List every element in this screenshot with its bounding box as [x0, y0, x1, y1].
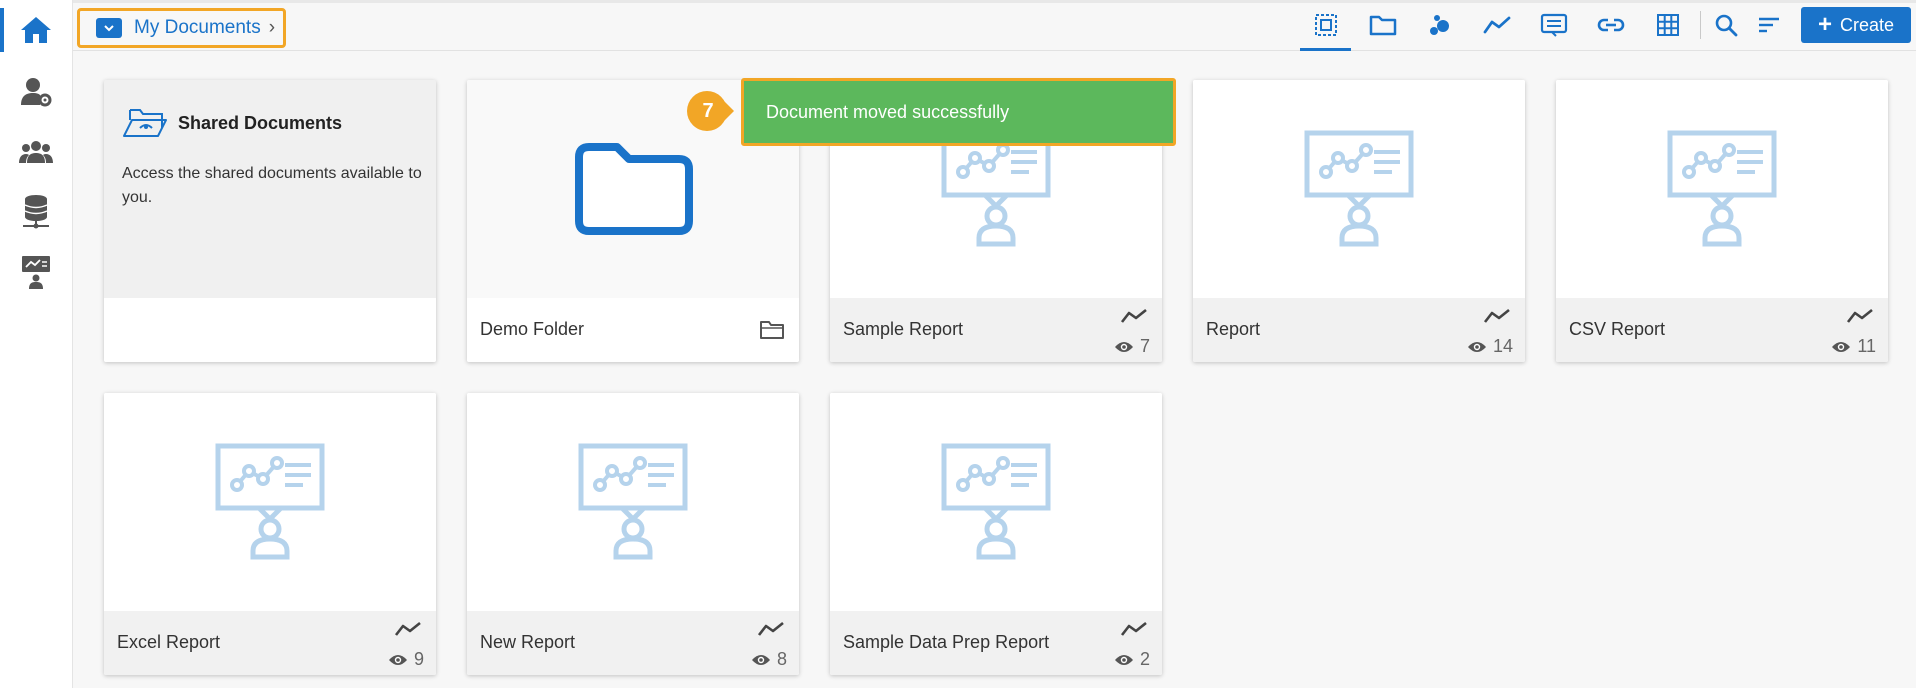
grid-filter-button[interactable] [1639, 0, 1696, 50]
folder-icon [760, 321, 784, 339]
line-chart-icon [1120, 308, 1147, 323]
scatter-filter-button[interactable] [1411, 0, 1468, 50]
view-count: 2 [1114, 649, 1150, 670]
users-group-icon [19, 141, 53, 163]
card-report[interactable]: Report 14 [1193, 80, 1525, 362]
shared-folder-icon [123, 109, 167, 137]
view-count: 7 [1114, 336, 1150, 357]
line-chart-icon [1120, 621, 1147, 636]
database-network-icon [23, 195, 49, 229]
folder-large-icon [575, 143, 693, 235]
folder-dropdown-icon [96, 18, 122, 38]
card-report[interactable]: Excel Report 9 [104, 393, 436, 675]
view-count: 11 [1831, 336, 1876, 357]
step-number: 7 [702, 99, 714, 122]
card-footer [104, 298, 436, 362]
report-presenter-icon [1667, 130, 1777, 247]
create-label: Create [1839, 14, 1895, 35]
create-button[interactable]: + Create [1801, 7, 1911, 43]
view-count-value: 11 [1857, 336, 1876, 356]
sidebar-item-groups[interactable] [0, 124, 72, 180]
view-count-value: 8 [776, 649, 787, 669]
chevron-right-icon: › [268, 17, 276, 38]
view-count-value: 9 [413, 649, 424, 669]
home-icon [21, 17, 51, 43]
shared-documents-description: Access the shared documents available to… [122, 165, 422, 206]
card-title: Demo Folder [480, 319, 585, 339]
line-chart-icon [1483, 308, 1510, 323]
shared-documents-card[interactable]: Shared Documents Access the shared docum… [104, 80, 436, 362]
story-filter-button[interactable] [1525, 0, 1582, 50]
eye-icon [1114, 654, 1133, 665]
view-count: 8 [751, 649, 787, 670]
search-icon [1715, 14, 1738, 37]
card-report[interactable]: CSV Report 11 [1556, 80, 1888, 362]
eye-icon [1467, 341, 1486, 352]
card-title: Report [1206, 319, 1261, 339]
view-count: 14 [1467, 336, 1513, 357]
card-report[interactable]: Sample Data Prep Report 2 [830, 393, 1162, 675]
eye-icon [751, 654, 770, 665]
select-all-button[interactable] [1297, 0, 1354, 51]
eye-icon [1114, 341, 1133, 352]
line-chart-filter-button[interactable] [1468, 0, 1525, 50]
breadcrumb-label[interactable]: My Documents [134, 17, 261, 39]
report-presenter-icon [1304, 130, 1414, 247]
sort-button[interactable] [1747, 0, 1791, 50]
sidebar-item-user-settings[interactable] [0, 64, 72, 120]
folder-filter-button[interactable] [1354, 0, 1411, 50]
user-settings-icon [21, 78, 52, 107]
sort-icon [1759, 17, 1779, 33]
view-count-value: 2 [1139, 649, 1150, 669]
view-count: 9 [388, 649, 424, 670]
folder-icon [1369, 15, 1396, 36]
link-icon [1597, 18, 1624, 32]
report-presenter-icon [941, 130, 1051, 247]
eye-icon [388, 654, 407, 665]
search-button[interactable] [1705, 0, 1747, 50]
sidebar-item-home[interactable] [0, 2, 72, 58]
line-chart-icon [394, 621, 421, 636]
toolbar: + Create [1297, 0, 1911, 51]
sidebar-item-presenter[interactable] [0, 244, 72, 300]
report-presenter-icon [941, 443, 1051, 560]
toolbar-divider [1700, 11, 1701, 39]
top-header: My Documents › + Create [73, 0, 1916, 51]
card-title: Sample Data Prep Report [843, 632, 1050, 652]
card-report[interactable]: New Report 8 [467, 393, 799, 675]
sidebar-item-data-connectors[interactable] [0, 184, 72, 240]
link-filter-button[interactable] [1582, 0, 1639, 50]
line-chart-icon [757, 621, 784, 636]
report-presenter-icon [215, 443, 325, 560]
plus-icon: + [1817, 11, 1832, 38]
presenter-board-icon [22, 256, 50, 289]
view-count-value: 14 [1492, 336, 1513, 356]
left-sidebar [0, 0, 73, 688]
card-title: Sample Report [843, 319, 964, 339]
grid-table-icon [1656, 14, 1679, 36]
list-document-icon [1540, 13, 1567, 37]
scatter-chart-icon [1429, 15, 1449, 35]
card-title: Excel Report [117, 632, 221, 652]
shared-documents-title: Shared Documents [178, 112, 343, 133]
success-toast: Document moved successfully [741, 78, 1176, 146]
view-count-value: 7 [1139, 336, 1150, 356]
breadcrumb[interactable]: My Documents › [77, 8, 286, 48]
card-title: CSV Report [1569, 319, 1666, 339]
report-presenter-icon [578, 443, 688, 560]
card-title: New Report [480, 632, 576, 652]
select-all-icon [1314, 14, 1337, 36]
eye-icon [1832, 341, 1851, 352]
line-chart-icon [1483, 16, 1510, 34]
toast-message: Document moved successfully [766, 101, 1010, 122]
line-chart-icon [1846, 308, 1873, 323]
